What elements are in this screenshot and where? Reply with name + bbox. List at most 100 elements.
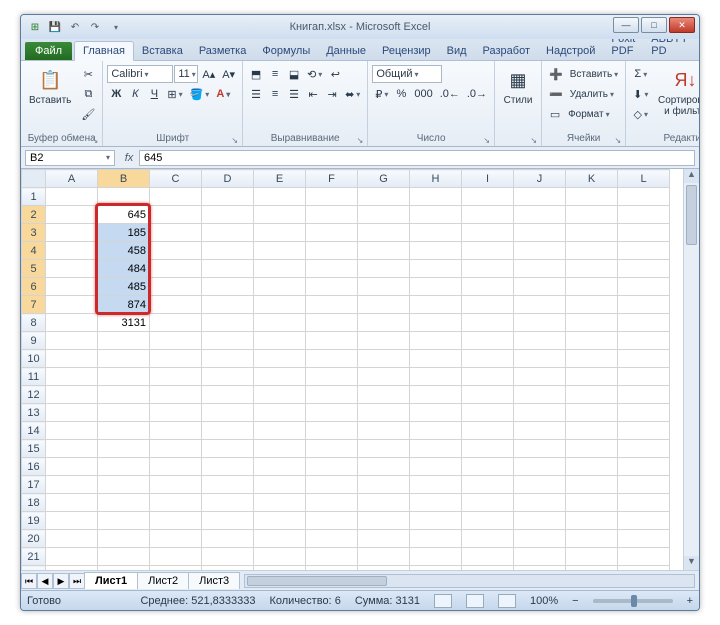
cell[interactable] bbox=[202, 278, 254, 296]
cell[interactable] bbox=[514, 206, 566, 224]
cell[interactable] bbox=[618, 278, 670, 296]
cell[interactable] bbox=[618, 530, 670, 548]
column-header[interactable]: I bbox=[462, 170, 514, 188]
row-header[interactable]: 1 bbox=[22, 188, 46, 206]
cell[interactable] bbox=[462, 476, 514, 494]
cell[interactable] bbox=[46, 296, 98, 314]
cell[interactable] bbox=[618, 404, 670, 422]
cell[interactable] bbox=[306, 548, 358, 566]
cell[interactable] bbox=[566, 548, 618, 566]
cell[interactable] bbox=[462, 224, 514, 242]
cell[interactable] bbox=[462, 458, 514, 476]
cell[interactable] bbox=[618, 422, 670, 440]
cell[interactable] bbox=[254, 188, 306, 206]
cell[interactable] bbox=[46, 458, 98, 476]
cell[interactable] bbox=[566, 206, 618, 224]
cell[interactable] bbox=[410, 422, 462, 440]
cell[interactable] bbox=[462, 386, 514, 404]
cell[interactable] bbox=[514, 260, 566, 278]
cell[interactable] bbox=[410, 548, 462, 566]
row-header[interactable]: 7 bbox=[22, 296, 46, 314]
cell[interactable] bbox=[254, 314, 306, 332]
cell[interactable]: 645 bbox=[98, 206, 150, 224]
cell[interactable] bbox=[46, 386, 98, 404]
cell[interactable] bbox=[462, 332, 514, 350]
row-header[interactable]: 3 bbox=[22, 224, 46, 242]
cell[interactable] bbox=[618, 386, 670, 404]
cell[interactable] bbox=[618, 188, 670, 206]
cell[interactable] bbox=[254, 350, 306, 368]
cell[interactable] bbox=[566, 512, 618, 530]
cell[interactable] bbox=[462, 548, 514, 566]
cell[interactable] bbox=[150, 422, 202, 440]
cell[interactable] bbox=[462, 296, 514, 314]
redo-icon[interactable]: ↷ bbox=[87, 19, 103, 35]
maximize-button[interactable]: □ bbox=[641, 17, 667, 33]
cell[interactable] bbox=[98, 368, 150, 386]
cell[interactable] bbox=[98, 530, 150, 548]
horizontal-scrollbar[interactable] bbox=[244, 574, 695, 588]
cell[interactable] bbox=[462, 206, 514, 224]
sort-filter-button[interactable]: Я↓ Сортировка и фильтр bbox=[654, 65, 699, 119]
cell[interactable] bbox=[306, 440, 358, 458]
cell[interactable] bbox=[306, 242, 358, 260]
cell[interactable] bbox=[410, 278, 462, 296]
cell[interactable] bbox=[150, 296, 202, 314]
align-middle-icon[interactable]: ≡ bbox=[266, 65, 284, 83]
cell[interactable] bbox=[358, 296, 410, 314]
cell[interactable]: 485 bbox=[98, 278, 150, 296]
font-size-combo[interactable]: 11 bbox=[174, 65, 198, 83]
cell[interactable] bbox=[98, 476, 150, 494]
cell[interactable] bbox=[462, 512, 514, 530]
cell[interactable]: 484 bbox=[98, 260, 150, 278]
column-header[interactable]: E bbox=[254, 170, 306, 188]
cell[interactable] bbox=[150, 350, 202, 368]
column-header[interactable]: D bbox=[202, 170, 254, 188]
cell[interactable] bbox=[306, 494, 358, 512]
cell[interactable] bbox=[150, 224, 202, 242]
cell[interactable] bbox=[202, 476, 254, 494]
cell[interactable] bbox=[202, 260, 254, 278]
cell[interactable] bbox=[358, 314, 410, 332]
cell[interactable] bbox=[306, 188, 358, 206]
save-icon[interactable]: 💾 bbox=[47, 19, 63, 35]
percent-icon[interactable]: % bbox=[392, 85, 410, 103]
column-header[interactable]: H bbox=[410, 170, 462, 188]
cell[interactable]: 3131 bbox=[98, 314, 150, 332]
indent-inc-icon[interactable]: ⇥ bbox=[323, 85, 341, 103]
zoom-knob[interactable] bbox=[631, 595, 637, 607]
cell[interactable] bbox=[46, 350, 98, 368]
italic-icon[interactable]: К bbox=[126, 85, 144, 103]
copy-icon[interactable]: ⧉ bbox=[78, 85, 98, 103]
cell[interactable] bbox=[358, 332, 410, 350]
cell[interactable] bbox=[306, 314, 358, 332]
cell[interactable] bbox=[514, 440, 566, 458]
font-name-combo[interactable]: Calibri bbox=[107, 65, 173, 83]
cell[interactable] bbox=[202, 206, 254, 224]
cell[interactable] bbox=[462, 278, 514, 296]
indent-dec-icon[interactable]: ⇤ bbox=[304, 85, 322, 103]
row-header[interactable]: 2 bbox=[22, 206, 46, 224]
cell[interactable] bbox=[566, 188, 618, 206]
cell[interactable] bbox=[566, 422, 618, 440]
cell[interactable] bbox=[46, 314, 98, 332]
align-bottom-icon[interactable]: ⬓ bbox=[285, 65, 303, 83]
cell[interactable] bbox=[254, 206, 306, 224]
row-header[interactable]: 8 bbox=[22, 314, 46, 332]
cell[interactable] bbox=[462, 314, 514, 332]
cell[interactable] bbox=[202, 422, 254, 440]
cell[interactable] bbox=[514, 422, 566, 440]
cell[interactable] bbox=[202, 188, 254, 206]
cell[interactable] bbox=[618, 512, 670, 530]
cell[interactable] bbox=[514, 350, 566, 368]
cell[interactable] bbox=[202, 296, 254, 314]
cell[interactable] bbox=[514, 278, 566, 296]
cell[interactable] bbox=[410, 368, 462, 386]
cell[interactable] bbox=[98, 458, 150, 476]
cell[interactable] bbox=[358, 494, 410, 512]
tab-layout[interactable]: Разметка bbox=[191, 42, 255, 60]
cell[interactable] bbox=[514, 296, 566, 314]
cell[interactable] bbox=[514, 242, 566, 260]
cell[interactable] bbox=[514, 512, 566, 530]
scroll-down-icon[interactable]: ▼ bbox=[684, 556, 699, 570]
